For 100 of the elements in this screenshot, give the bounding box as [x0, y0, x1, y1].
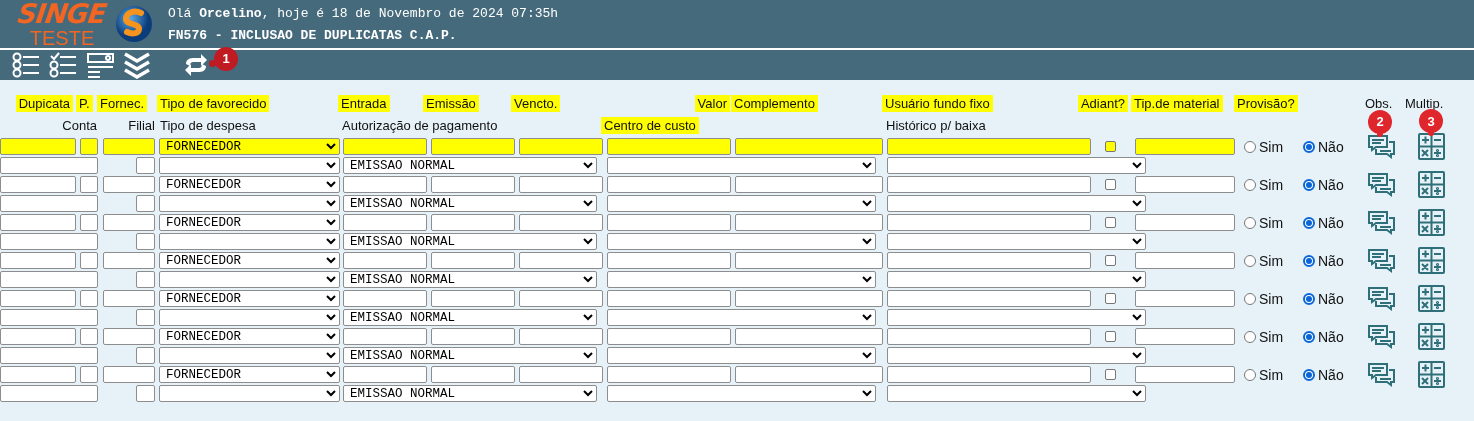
date-field[interactable]	[343, 252, 427, 269]
input-field[interactable]	[607, 214, 731, 231]
input-field[interactable]	[80, 328, 98, 345]
dropdown[interactable]: FORNECEDOR	[159, 328, 340, 345]
date-field[interactable]	[431, 252, 515, 269]
radio-option[interactable]: Não	[1303, 290, 1344, 307]
date-field[interactable]	[431, 290, 515, 307]
input-field[interactable]	[607, 366, 731, 383]
input-field[interactable]	[136, 233, 155, 250]
calculator-icon[interactable]	[1418, 247, 1445, 274]
checkbox[interactable]	[1105, 293, 1116, 304]
date-field[interactable]	[519, 138, 603, 155]
calculator-icon[interactable]	[1418, 323, 1445, 350]
input-field[interactable]	[80, 366, 98, 383]
input-field[interactable]	[0, 233, 98, 250]
input-field[interactable]	[735, 328, 883, 345]
dropdown[interactable]	[887, 385, 1146, 402]
dropdown[interactable]	[159, 271, 340, 288]
calculator-icon[interactable]	[1418, 171, 1445, 198]
dropdown[interactable]	[159, 195, 340, 212]
calculator-icon[interactable]	[1418, 209, 1445, 236]
input-field[interactable]	[0, 195, 98, 212]
dropdown[interactable]: EMISSAO NORMAL	[343, 385, 597, 402]
input-field[interactable]	[735, 176, 883, 193]
checkbox[interactable]	[1105, 141, 1116, 152]
input-field[interactable]	[103, 328, 155, 345]
dropdown[interactable]	[887, 309, 1146, 326]
input-field[interactable]	[1135, 214, 1235, 231]
dropdown[interactable]: EMISSAO NORMAL	[343, 347, 597, 364]
radio-option[interactable]: Não	[1303, 328, 1344, 345]
comments-icon[interactable]	[1367, 361, 1396, 388]
dropdown[interactable]: EMISSAO NORMAL	[343, 157, 597, 174]
radio-option[interactable]: Sim	[1244, 138, 1284, 155]
radio-option[interactable]: Não	[1303, 366, 1344, 383]
dropdown[interactable]	[159, 233, 340, 250]
input-field[interactable]	[607, 138, 731, 155]
dropdown[interactable]	[887, 271, 1146, 288]
input-field[interactable]	[1135, 328, 1235, 345]
date-field[interactable]	[343, 176, 427, 193]
input-field[interactable]	[607, 252, 731, 269]
dropdown[interactable]	[887, 233, 1146, 250]
input-field[interactable]	[0, 385, 98, 402]
dropdown[interactable]: EMISSAO NORMAL	[343, 309, 597, 326]
input-field[interactable]	[103, 366, 155, 383]
input-field[interactable]	[887, 290, 1091, 307]
input-field[interactable]	[0, 271, 98, 288]
dropdown[interactable]	[159, 385, 340, 402]
input-field[interactable]	[735, 138, 883, 155]
input-field[interactable]	[607, 176, 731, 193]
radio-option[interactable]: Sim	[1244, 328, 1284, 345]
input-field[interactable]	[0, 347, 98, 364]
input-field[interactable]	[0, 366, 76, 383]
calculator-icon[interactable]	[1418, 361, 1445, 388]
input-field[interactable]	[136, 195, 155, 212]
comments-icon[interactable]	[1367, 171, 1396, 198]
calculator-icon[interactable]	[1418, 285, 1445, 312]
input-field[interactable]	[0, 328, 76, 345]
input-field[interactable]	[136, 309, 155, 326]
dropdown[interactable]: FORNECEDOR	[159, 252, 340, 269]
input-field[interactable]	[103, 290, 155, 307]
dropdown[interactable]: FORNECEDOR	[159, 366, 340, 383]
checkbox[interactable]	[1105, 331, 1116, 342]
input-field[interactable]	[887, 328, 1091, 345]
input-field[interactable]	[1135, 138, 1235, 155]
input-field[interactable]	[80, 138, 98, 155]
date-field[interactable]	[431, 176, 515, 193]
input-field[interactable]	[887, 138, 1091, 155]
dropdown[interactable]: FORNECEDOR	[159, 176, 340, 193]
input-field[interactable]	[136, 347, 155, 364]
date-field[interactable]	[519, 214, 603, 231]
radio-option[interactable]: Não	[1303, 176, 1344, 193]
radio-option[interactable]: Não	[1303, 252, 1344, 269]
radio-option[interactable]: Sim	[1244, 252, 1284, 269]
input-field[interactable]	[0, 214, 76, 231]
dropdown[interactable]	[607, 195, 876, 212]
date-field[interactable]	[343, 366, 427, 383]
input-field[interactable]	[735, 366, 883, 383]
input-field[interactable]	[80, 290, 98, 307]
dropdown[interactable]	[887, 195, 1146, 212]
dropdown[interactable]	[607, 347, 876, 364]
checkbox[interactable]	[1105, 255, 1116, 266]
dropdown[interactable]	[159, 309, 340, 326]
dropdown[interactable]: FORNECEDOR	[159, 214, 340, 231]
dropdown[interactable]	[159, 347, 340, 364]
date-field[interactable]	[519, 328, 603, 345]
date-field[interactable]	[519, 290, 603, 307]
input-field[interactable]	[735, 214, 883, 231]
checklist-icon[interactable]	[49, 51, 78, 79]
search-form-icon[interactable]	[86, 51, 115, 79]
input-field[interactable]	[136, 385, 155, 402]
date-field[interactable]	[519, 252, 603, 269]
dropdown[interactable]	[607, 157, 876, 174]
date-field[interactable]	[431, 328, 515, 345]
date-field[interactable]	[519, 176, 603, 193]
radio-option[interactable]: Sim	[1244, 176, 1284, 193]
input-field[interactable]	[1135, 366, 1235, 383]
input-field[interactable]	[607, 290, 731, 307]
dropdown[interactable]	[607, 233, 876, 250]
dropdown[interactable]: EMISSAO NORMAL	[343, 195, 597, 212]
date-field[interactable]	[431, 138, 515, 155]
